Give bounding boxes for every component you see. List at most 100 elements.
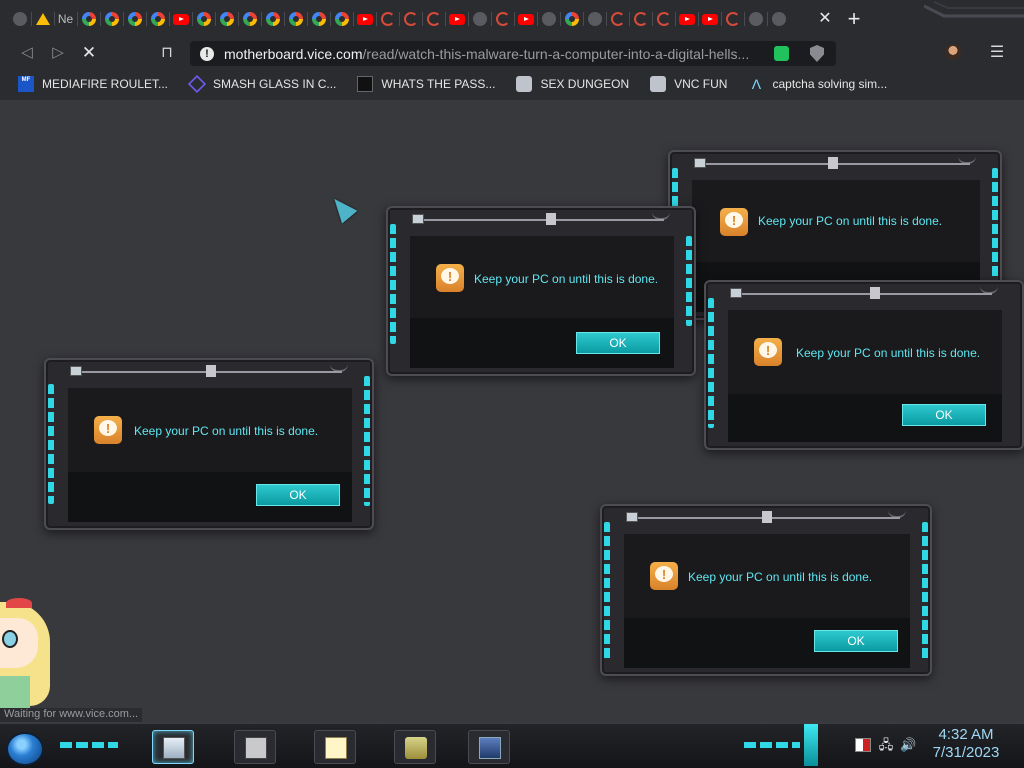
warning-icon bbox=[94, 416, 122, 444]
ok-button[interactable]: OK bbox=[814, 630, 898, 652]
dialog-message-area: Keep your PC on until this is done. bbox=[728, 310, 1002, 394]
tab[interactable] bbox=[744, 0, 767, 38]
close-tab-icon[interactable]: ✕ bbox=[816, 9, 834, 29]
loading-spinner-icon bbox=[656, 12, 671, 26]
google-icon bbox=[265, 12, 280, 26]
site-info-icon[interactable]: ! bbox=[200, 46, 214, 61]
tab[interactable] bbox=[675, 0, 698, 38]
tab[interactable] bbox=[767, 0, 790, 38]
tab[interactable] bbox=[146, 0, 169, 38]
loading-spinner-icon bbox=[403, 12, 418, 26]
address-bar[interactable]: ! motherboard.vice.com /read/watch-this-… bbox=[190, 41, 836, 66]
bookmark-label: MEDIAFIRE ROULET... bbox=[42, 77, 169, 91]
bookmark-item[interactable]: SMASH GLASS IN C... bbox=[187, 74, 336, 94]
loading-spinner-icon bbox=[633, 12, 648, 26]
extension-green-icon[interactable] bbox=[774, 46, 789, 61]
action-center-flag-icon[interactable] bbox=[855, 738, 871, 752]
shield-icon[interactable] bbox=[810, 45, 824, 62]
dialog-titlebar[interactable] bbox=[726, 286, 1002, 300]
ok-button[interactable]: OK bbox=[256, 484, 340, 506]
malware-dialog: Keep your PC on until this is done. OK bbox=[704, 280, 1024, 450]
stop-loading-button[interactable]: ✕ bbox=[78, 42, 100, 64]
google-icon bbox=[150, 12, 165, 26]
tab[interactable] bbox=[468, 0, 491, 38]
bookmark-item[interactable]: SEX DUNGEON bbox=[516, 76, 629, 92]
bookmark-item[interactable]: WHATS THE PASS... bbox=[357, 76, 495, 92]
tab[interactable] bbox=[284, 0, 307, 38]
bookmark-icon[interactable]: ⊓ bbox=[156, 42, 178, 64]
loading-spinner-icon bbox=[495, 12, 510, 26]
dialog-message-area: Keep your PC on until this is done. bbox=[692, 180, 980, 262]
tab[interactable] bbox=[376, 0, 399, 38]
password-icon bbox=[357, 76, 374, 92]
tab[interactable] bbox=[123, 0, 146, 38]
tab[interactable] bbox=[491, 0, 514, 38]
tab[interactable] bbox=[169, 0, 192, 38]
dialog-message: Keep your PC on until this is done. bbox=[796, 346, 981, 360]
titlebar-cap bbox=[888, 510, 906, 518]
dialog-message-area: Keep your PC on until this is done. bbox=[410, 236, 674, 318]
tab[interactable] bbox=[215, 0, 238, 38]
dialog-message: Keep your PC on until this is done. bbox=[474, 272, 659, 286]
tab[interactable]: Ne bbox=[54, 0, 77, 38]
tab[interactable] bbox=[261, 0, 284, 38]
ok-button[interactable]: OK bbox=[902, 404, 986, 426]
tab[interactable] bbox=[422, 0, 445, 38]
tab[interactable] bbox=[537, 0, 560, 38]
taskbar-app-drive[interactable] bbox=[394, 730, 436, 764]
tab[interactable] bbox=[330, 0, 353, 38]
tab[interactable] bbox=[100, 0, 123, 38]
tab[interactable] bbox=[514, 0, 537, 38]
tab[interactable] bbox=[31, 0, 54, 38]
profile-avatar[interactable] bbox=[945, 44, 961, 60]
tab[interactable] bbox=[8, 0, 31, 38]
taskbar-app-notepad[interactable] bbox=[314, 730, 356, 764]
bookmark-item[interactable]: VNC FUN bbox=[650, 76, 727, 92]
dialog-titlebar[interactable] bbox=[408, 212, 674, 226]
tab[interactable] bbox=[399, 0, 422, 38]
tab[interactable] bbox=[698, 0, 721, 38]
tab[interactable] bbox=[652, 0, 675, 38]
network-icon[interactable]: 🖧 bbox=[878, 738, 894, 752]
tab[interactable] bbox=[445, 0, 468, 38]
tab[interactable] bbox=[629, 0, 652, 38]
tab[interactable] bbox=[583, 0, 606, 38]
muted-tab-icon bbox=[748, 12, 763, 26]
start-button[interactable] bbox=[6, 732, 44, 766]
volume-icon[interactable]: 🔊 bbox=[900, 738, 916, 752]
tab[interactable] bbox=[721, 0, 744, 38]
titlebar-cap bbox=[330, 364, 348, 372]
bookmark-item[interactable]: Λ captcha solving sim... bbox=[748, 76, 887, 92]
back-button[interactable]: ◁ bbox=[16, 42, 38, 64]
menu-icon[interactable]: ☰ bbox=[988, 42, 1006, 64]
dialog-titlebar[interactable] bbox=[66, 364, 352, 378]
dialog-message-area: Keep your PC on until this is done. bbox=[624, 534, 910, 618]
network-computer-icon bbox=[479, 737, 501, 759]
ok-button[interactable]: OK bbox=[576, 332, 660, 354]
browser-toolbar: ◁ ▷ ✕ ⊓ ! motherboard.vice.com /read/wat… bbox=[0, 38, 1024, 68]
tab[interactable] bbox=[77, 0, 100, 38]
clock-date[interactable]: 7/31/2023 bbox=[920, 744, 1012, 761]
tray-glow-bar bbox=[804, 724, 818, 766]
tab[interactable] bbox=[307, 0, 330, 38]
tab[interactable] bbox=[238, 0, 261, 38]
warning-icon bbox=[754, 338, 782, 366]
taskbar-app-network[interactable] bbox=[468, 730, 510, 764]
dialog-message: Keep your PC on until this is done. bbox=[134, 424, 319, 438]
tab[interactable] bbox=[560, 0, 583, 38]
tab[interactable] bbox=[353, 0, 376, 38]
taskbar-app-explorer[interactable] bbox=[152, 730, 194, 764]
dialog-message: Keep your PC on until this is done. bbox=[758, 214, 943, 228]
tab[interactable] bbox=[606, 0, 629, 38]
bookmark-item[interactable]: MF MEDIAFIRE ROULET... bbox=[18, 76, 168, 92]
new-tab-button[interactable]: + bbox=[844, 7, 864, 31]
vnc-icon bbox=[650, 76, 667, 92]
dialog-titlebar[interactable] bbox=[690, 156, 980, 170]
tab[interactable] bbox=[192, 0, 215, 38]
chrome-icon bbox=[564, 12, 579, 26]
forward-button[interactable]: ▷ bbox=[47, 42, 69, 64]
taskbar-app-documents[interactable] bbox=[234, 730, 276, 764]
taskbar: 🖧 🔊 4:32 AM 7/31/2023 bbox=[0, 722, 1024, 768]
clock-time[interactable]: 4:32 AM bbox=[920, 726, 1012, 743]
dialog-titlebar[interactable] bbox=[622, 510, 910, 524]
